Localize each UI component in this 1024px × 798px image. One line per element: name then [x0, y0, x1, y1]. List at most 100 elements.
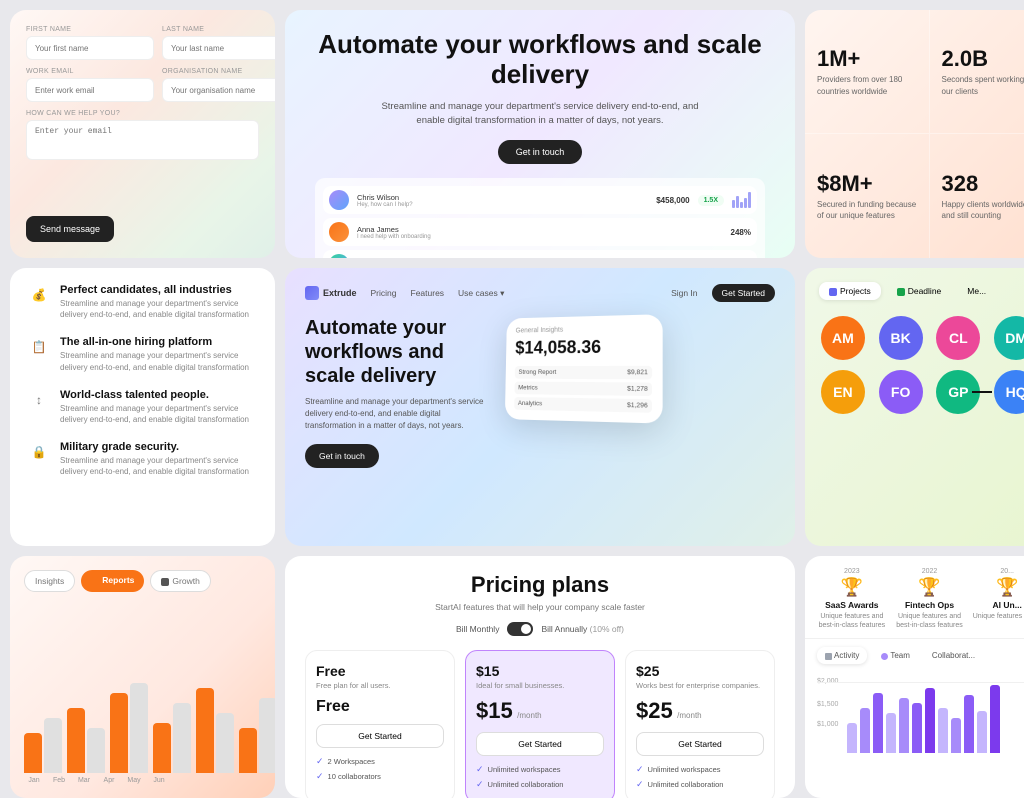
sign-in-button[interactable]: Sign In	[663, 284, 705, 302]
plan-15-button[interactable]: Get Started	[476, 732, 604, 756]
check-icon-1: ✓	[316, 756, 324, 767]
label-mar: Mar	[74, 777, 94, 784]
nav-pricing[interactable]: Pricing	[371, 288, 397, 298]
email-input[interactable]	[26, 78, 154, 102]
avatar-5: EN	[821, 370, 865, 414]
activity-icon	[825, 653, 832, 660]
nav-features[interactable]: Features	[411, 288, 445, 298]
bar-chart	[24, 604, 261, 773]
plan-15: $15 Ideal for small businesses. $15 /mon…	[465, 650, 615, 798]
feature-1: 💰 Perfect candidates, all industries Str…	[28, 284, 257, 320]
bar-1	[732, 200, 735, 208]
main-grid: FIRST NAME LAST NAME WORK EMAIL ORGANISA…	[0, 0, 1024, 768]
features-card: 💰 Perfect candidates, all industries Str…	[10, 268, 275, 546]
badge-1: 1.5X	[698, 195, 724, 206]
bar-group-jun	[239, 698, 275, 773]
avatar-4: DM	[994, 316, 1024, 360]
get-started-button[interactable]: Get Started	[712, 284, 775, 302]
feature-title-2: The all-in-one hiring platform	[60, 336, 257, 348]
bar-jun-orange	[239, 728, 257, 773]
feature-4: 🔒 Military grade security. Streamline an…	[28, 441, 257, 477]
bar-apr-orange	[153, 723, 171, 773]
check-icon-2: ✓	[316, 771, 324, 782]
award-saas-desc: Unique features and best-in-class featur…	[817, 612, 887, 630]
plan-15-amount: $15	[476, 698, 513, 723]
plan-free-feature-1: ✓ 2 Workspaces	[316, 756, 444, 767]
arrows-icon: ↕	[28, 389, 50, 411]
avatar-8: HQ	[994, 370, 1024, 414]
bar-feb-orange	[67, 708, 85, 773]
feature-content-2: The all-in-one hiring platform Streamlin…	[60, 336, 257, 372]
plan-25-button[interactable]: Get Started	[636, 732, 764, 756]
stat-328: 328 Happy clients worldwide and still co…	[930, 134, 1024, 258]
phone-rows: Strong Report $9,821 Metrics $1,278 Anal…	[514, 366, 652, 413]
billing-monthly: Bill Monthly	[456, 624, 499, 634]
team-icon	[881, 653, 888, 660]
plan-free-desc: Free plan for all users.	[316, 681, 444, 690]
plan-25: $25 Works best for enterprise companies.…	[625, 650, 775, 798]
send-message-button[interactable]: Send message	[26, 216, 114, 242]
plan-free-feature-text-1: 2 Workspaces	[328, 757, 375, 766]
nav-usecases[interactable]: Use cases ▾	[458, 288, 504, 299]
bar-may-gray	[216, 713, 234, 773]
feature-title-1: Perfect candidates, all industries	[60, 284, 257, 296]
plan-free-price: Free	[316, 698, 444, 716]
mini-bar-11	[977, 711, 987, 753]
mini-chart	[817, 683, 1024, 753]
plan-25-name: $25	[636, 663, 764, 679]
feature-title-4: Military grade security.	[60, 441, 257, 453]
user-msg-1: Hey, how can I help?	[357, 202, 648, 208]
label-apr: Apr	[99, 777, 119, 784]
bar-4	[744, 198, 747, 208]
tab-insights[interactable]: Insights	[24, 570, 75, 592]
org-name-label: ORGANISATION NAME	[162, 68, 275, 75]
help-textarea[interactable]	[26, 120, 259, 160]
label-may: May	[124, 777, 144, 784]
org-name-input[interactable]	[162, 78, 275, 102]
mini-bar-5	[899, 698, 909, 753]
user-name-3: Chris Wilson	[357, 257, 751, 258]
app-cta-button[interactable]: Get in touch	[305, 444, 379, 468]
mini-bar-7	[925, 688, 935, 753]
app-description: Streamline and manage your department's …	[305, 396, 485, 432]
email-label: WORK EMAIL	[26, 68, 154, 75]
tab-reports[interactable]: Reports	[81, 570, 144, 592]
award-ai-desc: Unique features and...	[972, 612, 1024, 621]
tab-projects[interactable]: Projects	[819, 282, 881, 300]
award-fintech-title: Fintech Ops	[895, 600, 965, 610]
bar-group-mar	[110, 683, 148, 773]
last-name-input[interactable]	[162, 36, 275, 60]
stat-8m: $8M+ Secured in funding because of our u…	[805, 134, 930, 258]
plan-free-feature-text-2: 10 collaborators	[328, 772, 381, 781]
check-icon-4: ✓	[476, 779, 484, 790]
phone-row-value-3: $1,296	[627, 402, 648, 410]
award-saas-title: SaaS Awards	[817, 600, 887, 610]
help-label: HOW CAN WE HELP YOU?	[26, 110, 259, 117]
first-name-input[interactable]	[26, 36, 154, 60]
team-card: Projects Deadline Me... AM BK CL DM EN	[805, 268, 1024, 546]
pricing-plans: Free Free plan for all users. Free Get S…	[305, 650, 775, 798]
tab-growth[interactable]: Growth	[150, 570, 210, 592]
hero-cta-button[interactable]: Get in touch	[498, 140, 583, 164]
stat-number-1m: 1M+	[817, 46, 917, 72]
feature-desc-2: Streamline and manage your department's …	[60, 350, 257, 372]
feature-desc-3: Streamline and manage your department's …	[60, 403, 257, 425]
member-cell-2: BK	[877, 316, 925, 360]
tab-collaborat[interactable]: Collaborat...	[924, 647, 983, 664]
member-cell-6: FO	[877, 370, 925, 414]
bar-apr-gray	[173, 703, 191, 773]
tab-deadline[interactable]: Deadline	[887, 282, 952, 300]
tab-me[interactable]: Me...	[957, 282, 996, 300]
plan-free-button[interactable]: Get Started	[316, 724, 444, 748]
tab-team[interactable]: Team	[873, 647, 918, 664]
plan-25-price: $25 /month	[636, 698, 764, 724]
plan-25-desc: Works best for enterprise companies.	[636, 681, 764, 690]
chart-container: $1,500 $1,000	[817, 682, 1024, 752]
mini-bar-4	[886, 713, 896, 753]
billing-switch[interactable]	[507, 622, 533, 636]
bar-group-apr	[153, 703, 191, 773]
tab-activity[interactable]: Activity	[817, 647, 867, 664]
phone-row-2: Metrics $1,278	[514, 382, 652, 397]
stat-desc-2b: Seconds spent working with our clients	[942, 74, 1024, 96]
award-fintech-desc: Unique features and best-in-class featur…	[895, 612, 965, 630]
